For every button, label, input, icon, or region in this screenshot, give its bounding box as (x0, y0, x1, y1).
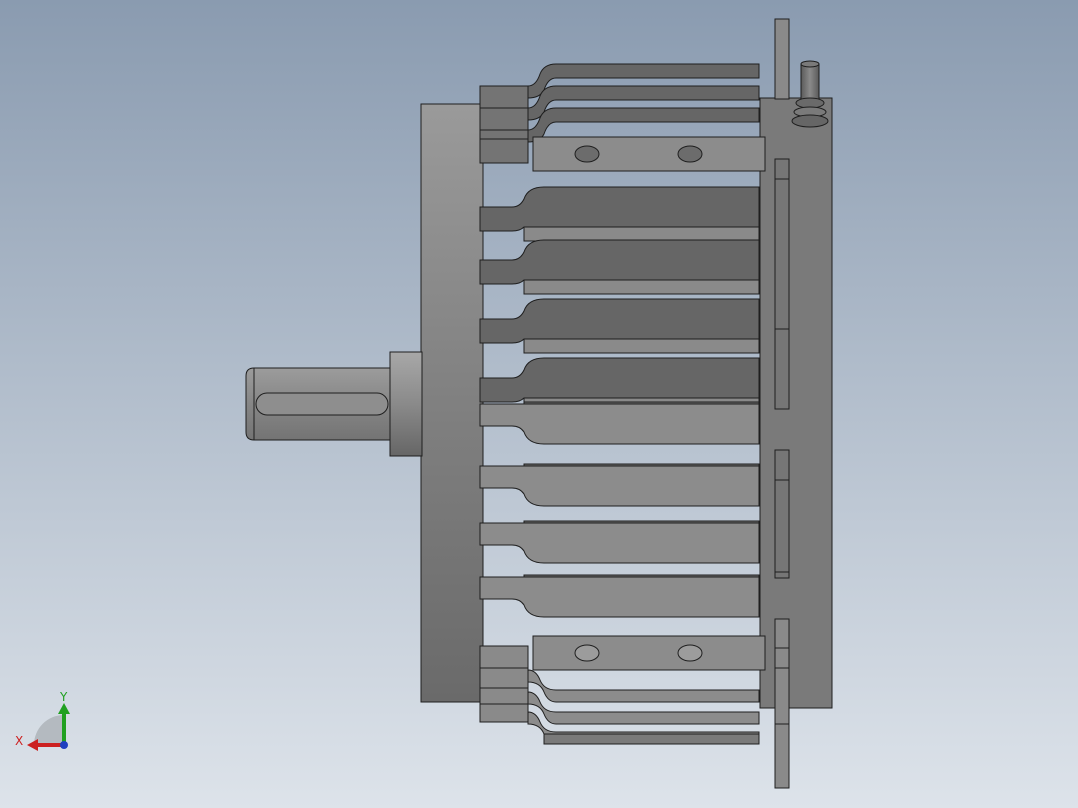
rear-plate[interactable] (759, 97, 833, 709)
lower-clamp-bar[interactable] (532, 635, 766, 671)
y-axis-label: Y (59, 690, 68, 704)
upper-bolt-hole-left (574, 145, 600, 163)
shaft-boss[interactable] (389, 351, 423, 457)
lower-bolt-hole-right (677, 644, 703, 662)
bottom-lamella-tab-3[interactable] (479, 703, 529, 723)
top-lamella-tab-1[interactable] (479, 107, 529, 133)
top-lamella-tab-3[interactable] (479, 138, 529, 164)
bottom-lamella-edge[interactable] (543, 733, 760, 745)
bottom-lamella-tab-0[interactable] (479, 645, 529, 671)
x-axis-label: X (15, 734, 23, 748)
top-lamella-tab-0[interactable] (479, 85, 529, 111)
upper-fin-edge-1[interactable] (523, 279, 760, 295)
model-view[interactable]: Y X (0, 0, 1078, 808)
graphics-viewport[interactable]: Y X (0, 0, 1078, 808)
front-housing[interactable] (420, 103, 484, 703)
upper-clamp-bar[interactable] (532, 136, 766, 172)
upper-bolt-hole-right (677, 145, 703, 163)
upper-fin-edge-0[interactable] (523, 226, 760, 242)
z-axis-dot (60, 741, 68, 749)
upper-fin-edge-2[interactable] (523, 338, 760, 354)
shaft-keyway (255, 392, 389, 416)
lower-bolt-hole-left (574, 644, 600, 662)
